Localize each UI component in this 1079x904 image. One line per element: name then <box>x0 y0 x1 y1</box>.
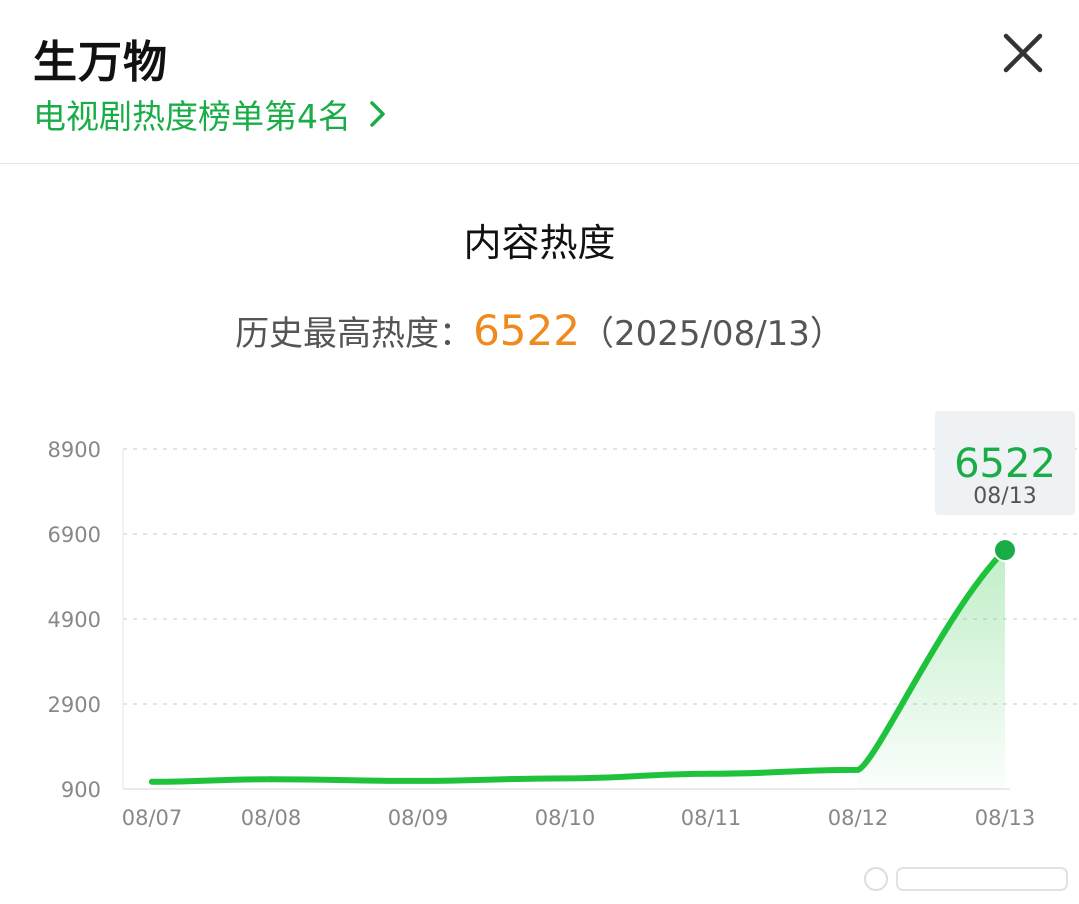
close-icon[interactable] <box>1000 30 1046 76</box>
peak-value: 6522 <box>473 306 580 355</box>
tooltip-value: 6522 <box>954 441 1056 487</box>
bottom-toolbar-icons <box>864 867 1068 891</box>
chevron-right-icon <box>370 101 385 127</box>
data-point <box>268 776 274 783</box>
rank-text: 电视剧热度榜单第4名 <box>33 97 351 136</box>
y-tick-label: 2900 <box>48 693 101 717</box>
x-tick-label: 08/13 <box>975 806 1036 830</box>
x-tick-label: 08/10 <box>535 806 596 830</box>
data-point <box>855 766 861 773</box>
series-area <box>858 550 1005 789</box>
show-title: 生万物 <box>33 37 168 88</box>
x-tick-label: 08/08 <box>241 806 302 830</box>
x-tick-label: 08/09 <box>388 806 449 830</box>
data-point <box>149 778 155 785</box>
peak-label: 历史最高热度： <box>235 314 474 354</box>
peak-summary: 历史最高热度：6522（2025/08/13） <box>0 306 1079 355</box>
peak-date: （2025/08/13） <box>579 314 844 354</box>
tooltip-date: 08/13 <box>973 484 1036 509</box>
data-point <box>562 775 568 782</box>
series-line <box>149 547 1008 785</box>
section-title: 内容热度 <box>463 221 616 265</box>
y-tick-label: 8900 <box>48 438 101 462</box>
x-tick-label: 08/07 <box>122 806 183 830</box>
y-tick-label: 6900 <box>48 523 101 547</box>
x-tick-label: 08/11 <box>681 806 742 830</box>
y-tick-label: 900 <box>61 778 101 802</box>
rank-link[interactable]: 电视剧热度榜单第4名 <box>33 90 393 138</box>
highlight-point[interactable] <box>993 538 1017 563</box>
y-tick-label: 4900 <box>48 608 101 632</box>
data-point <box>415 777 421 784</box>
heat-line-chart: 8900 6900 4900 2900 900 08/07 08/08 08/09 08/10 0… <box>48 411 1078 830</box>
header: 生万物 电视剧热度榜单第4名 <box>0 0 1079 164</box>
x-tick-label: 08/12 <box>828 806 889 830</box>
data-point <box>708 770 714 777</box>
